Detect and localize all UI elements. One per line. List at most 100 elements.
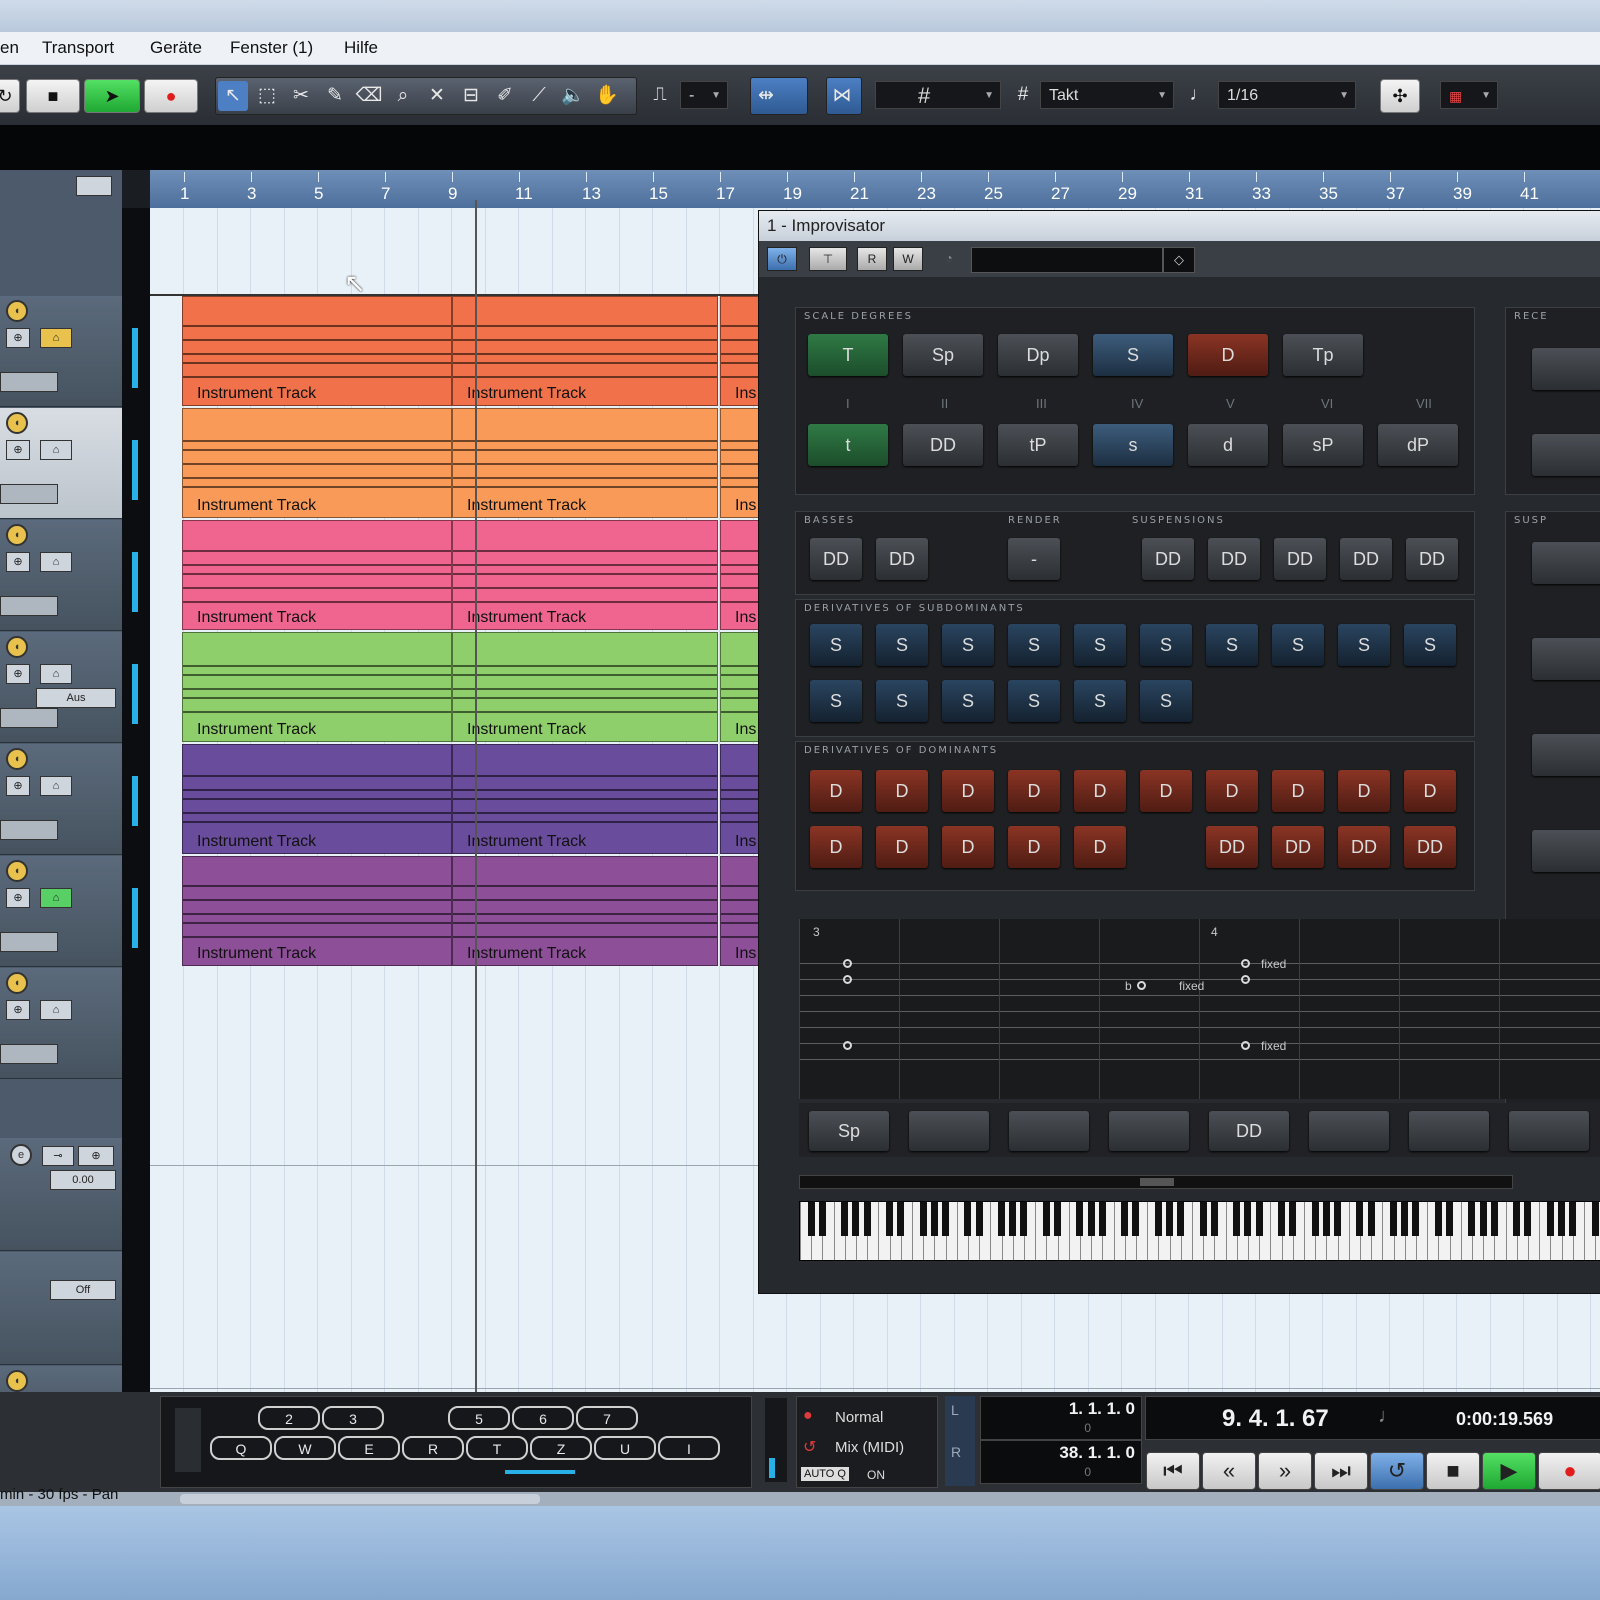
recent-button[interactable] [1532,830,1600,872]
instrument-part[interactable]: Instrument Track [182,632,452,742]
menu-window[interactable]: Fenster (1) [230,38,313,58]
black-key[interactable] [1513,1202,1521,1236]
monitor-icon[interactable]: ◖ [6,748,28,770]
monitor-icon[interactable]: ◖ [6,636,28,658]
cycle-transport-button[interactable]: ↺ [1370,1452,1424,1490]
black-key[interactable] [1076,1202,1084,1236]
instrument-part[interactable]: Ins [720,744,760,854]
edit-instrument-icon[interactable]: ⌂ [40,328,72,348]
fx-insert-icon[interactable]: ⊕ [78,1146,114,1166]
degree-button[interactable]: DD [903,424,983,466]
white-key[interactable] [1427,1202,1429,1260]
track-header[interactable]: ◖ ⊕ ⌂ [0,296,122,407]
black-key[interactable] [897,1202,905,1236]
edit-fx-icon[interactable]: e [10,1144,32,1166]
snap-zero-toggle[interactable]: ⋈ [826,77,862,115]
virtual-key[interactable]: 3 [322,1406,384,1430]
off-button[interactable]: Off [50,1280,116,1300]
snap-toggle[interactable]: ⇹ [750,77,808,115]
degree-button[interactable]: dP [1378,424,1458,466]
dominant-button[interactable]: D [1074,826,1126,868]
black-key[interactable] [1333,1202,1341,1236]
split-tool-icon[interactable]: ✂ [286,81,316,111]
preset-icon[interactable]: ◔ [935,247,963,269]
instrument-part[interactable]: Instrument Track [182,408,452,518]
degree-button[interactable]: s [1093,424,1173,466]
edit-instrument-icon[interactable]: ⌂ [40,440,72,460]
black-key[interactable] [818,1202,826,1236]
constrain-delay-button[interactable]: ✣ [1380,79,1420,113]
menu-edit[interactable]: en [0,38,19,58]
degree-button[interactable]: tP [998,424,1078,466]
monitor-icon[interactable]: ◖ [6,412,28,434]
degree-button[interactable]: Dp [998,334,1078,376]
white-key[interactable] [1584,1202,1585,1260]
record-transport-button[interactable]: ● [1538,1452,1600,1490]
track-list-toggle[interactable] [76,176,112,196]
degree-button[interactable]: S [1093,334,1173,376]
suspension-button[interactable]: DD [1208,538,1260,580]
monitor-icon[interactable]: ◖ [6,972,28,994]
mute-solo-icon[interactable]: ⊕ [6,888,30,908]
instrument-part[interactable]: Instrument Track [452,296,718,406]
black-key[interactable] [1165,1202,1173,1236]
subdominant-button[interactable]: S [1338,624,1390,666]
mute-solo-icon[interactable]: ⊕ [6,440,30,460]
black-key[interactable] [1468,1202,1476,1236]
grid-type-dropdown[interactable]: Takt ▼ [1040,81,1174,109]
subdominant-button[interactable]: S [1074,680,1126,722]
cycle-record-mode[interactable]: Mix (MIDI) [835,1439,904,1456]
track-name-field[interactable] [0,484,58,504]
mute-solo-icon[interactable]: ⊕ [6,776,30,796]
dominant-button[interactable]: D [1008,826,1060,868]
black-key[interactable] [1569,1202,1577,1236]
subdominant-button[interactable]: S [1008,624,1060,666]
power-button[interactable]: ⏻ [767,247,797,271]
mute-solo-icon[interactable]: ⊕ [6,328,30,348]
black-key[interactable] [1490,1202,1498,1236]
black-key[interactable] [997,1202,1005,1236]
instrument-part[interactable]: Instrument Track [452,520,718,630]
black-key[interactable] [1401,1202,1409,1236]
track-header[interactable]: ◖ ⊕ ⌂ [0,968,122,1079]
menu-devices[interactable]: Geräte [150,38,202,58]
track-name-field[interactable] [0,708,58,728]
monitor-icon[interactable]: ◖ [6,524,28,546]
virtual-key[interactable]: R [402,1436,464,1460]
black-key[interactable] [1356,1202,1364,1236]
black-key[interactable] [1311,1202,1319,1236]
white-key[interactable] [956,1202,958,1260]
white-key[interactable] [1505,1202,1507,1260]
degree-button[interactable]: T [808,334,888,376]
white-key[interactable] [800,1202,801,1260]
track-output-aus[interactable]: Aus [36,688,116,708]
subdominant-button[interactable]: S [810,624,862,666]
black-key[interactable] [841,1202,849,1236]
fx-track-header[interactable]: e ⊸ ⊕ 0.00 [0,1138,122,1251]
instrument-part[interactable]: Instrument Track [182,856,452,966]
speaker-tool-icon[interactable]: 🔈 [558,81,588,111]
menu-help[interactable]: Hilfe [344,38,378,58]
white-key[interactable] [1035,1202,1037,1260]
subdominant-button[interactable]: S [942,680,994,722]
subdominant-button[interactable]: S [876,680,928,722]
virtual-key[interactable]: 5 [448,1406,510,1430]
recent-button[interactable] [1532,638,1600,680]
black-key[interactable] [1557,1202,1565,1236]
track-header[interactable]: ◖ ⊕ ⌂ [0,520,122,631]
color-palette-dropdown[interactable]: ▦ ▼ [1440,81,1498,109]
suspension-button[interactable]: DD [1274,538,1326,580]
white-key[interactable] [833,1202,835,1260]
staff-note[interactable] [1241,959,1250,968]
degree-button[interactable]: sP [1283,424,1363,466]
staff-note[interactable] [1241,1041,1250,1050]
bass-button[interactable]: DD [810,538,862,580]
black-key[interactable] [941,1202,949,1236]
white-key[interactable] [1270,1202,1272,1260]
black-key[interactable] [1210,1202,1218,1236]
black-key[interactable] [1546,1202,1554,1236]
dash-dropdown[interactable]: - ▼ [680,81,728,109]
staff-note[interactable] [1241,975,1250,984]
grid-dropdown[interactable]: # ▼ [875,81,1001,109]
preset-menu-icon[interactable]: ◇ [1163,247,1195,273]
